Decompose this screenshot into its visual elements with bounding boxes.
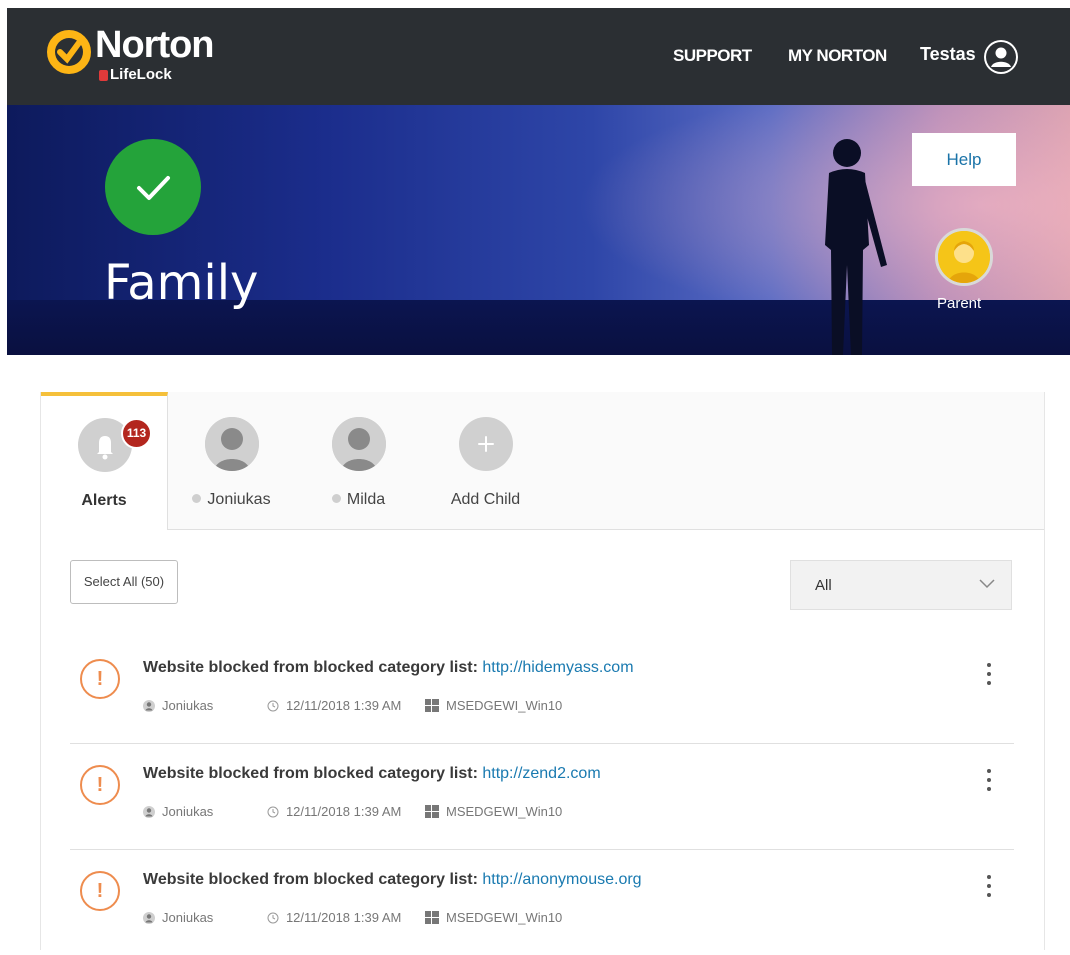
clock-icon — [267, 700, 279, 712]
select-all-button[interactable]: Select All (50) — [70, 560, 178, 604]
tab-add-child[interactable]: Add Child — [422, 392, 549, 529]
page-title: Family — [104, 255, 259, 311]
alert-row[interactable]: ! Website blocked from blocked category … — [70, 637, 1014, 744]
family-panel: 113 Alerts Joniukas Milda Add Child Sele… — [40, 392, 1045, 950]
lifelock-lock-icon — [99, 69, 108, 81]
alerts-count-badge: 113 — [121, 418, 152, 449]
alert-title: Website blocked from blocked category li… — [143, 765, 601, 782]
alert-meta: Joniukas 12/11/2018 1:39 AM MSEDGEWI_Win… — [143, 909, 582, 925]
alert-row[interactable]: ! Website blocked from blocked category … — [70, 743, 1014, 850]
chevron-down-icon — [979, 579, 995, 589]
user-avatar-icon[interactable] — [984, 40, 1018, 74]
parent-avatar-icon[interactable] — [935, 228, 993, 286]
clock-icon — [267, 806, 279, 818]
plus-icon — [459, 417, 513, 471]
norton-logo[interactable]: Norton LifeLock — [47, 24, 247, 88]
clock-icon — [267, 912, 279, 924]
parent-label: Parent — [937, 295, 982, 312]
protected-status-icon — [105, 139, 201, 235]
alert-meta: Joniukas 12/11/2018 1:39 AM MSEDGEWI_Win… — [143, 697, 582, 713]
filter-selected-value: All — [815, 577, 832, 594]
parent-child-silhouette-image — [825, 139, 887, 355]
alert-time: 12/11/2018 1:39 AM — [267, 910, 401, 925]
top-nav-bar: Norton LifeLock SUPPORT MY NORTON Testas — [7, 8, 1070, 105]
tab-label: Add Child — [450, 491, 521, 508]
alert-title: Website blocked from blocked category li… — [143, 659, 634, 676]
warning-icon: ! — [80, 765, 120, 805]
brand-subname: LifeLock — [99, 66, 172, 83]
more-options-icon[interactable] — [982, 663, 996, 693]
offline-status-dot — [331, 494, 341, 504]
more-options-icon[interactable] — [982, 875, 996, 905]
child-avatar-icon — [205, 417, 259, 471]
windows-icon — [424, 699, 439, 713]
windows-icon — [424, 911, 439, 925]
tab-label: Alerts — [81, 492, 127, 509]
nav-user-name[interactable]: Testas — [920, 44, 976, 65]
nav-support-link[interactable]: SUPPORT — [673, 46, 752, 66]
more-options-icon[interactable] — [982, 769, 996, 799]
child-avatar-icon — [332, 417, 386, 471]
alert-time: 12/11/2018 1:39 AM — [267, 804, 401, 819]
alert-child: Joniukas — [143, 910, 213, 925]
alert-meta: Joniukas 12/11/2018 1:39 AM MSEDGEWI_Win… — [143, 803, 582, 819]
nav-my-norton-link[interactable]: MY NORTON — [788, 46, 887, 66]
norton-check-icon — [47, 30, 91, 74]
alert-device: MSEDGEWI_Win10 — [424, 910, 562, 925]
child-tab-bar: 113 Alerts Joniukas Milda Add Child — [41, 392, 1044, 530]
tab-alerts[interactable]: 113 Alerts — [41, 392, 168, 530]
alert-device: MSEDGEWI_Win10 — [424, 804, 562, 819]
warning-icon: ! — [80, 659, 120, 699]
person-icon — [143, 699, 155, 712]
tab-child-joniukas[interactable]: Joniukas — [168, 392, 295, 529]
alert-child: Joniukas — [143, 698, 213, 713]
help-button[interactable]: Help — [912, 133, 1016, 186]
alert-child: Joniukas — [143, 804, 213, 819]
tab-label: Milda — [295, 491, 422, 509]
alert-title: Website blocked from blocked category li… — [143, 871, 642, 888]
family-hero-banner: Family Help Parent — [7, 105, 1070, 355]
blocked-url-link[interactable]: http://zend2.com — [482, 765, 600, 782]
person-icon — [143, 911, 155, 924]
blocked-url-link[interactable]: http://anonymouse.org — [482, 871, 641, 888]
alert-device: MSEDGEWI_Win10 — [424, 698, 562, 713]
alert-filter-dropdown[interactable]: All — [790, 560, 1012, 610]
offline-status-dot — [192, 494, 202, 504]
warning-icon: ! — [80, 871, 120, 911]
tab-child-milda[interactable]: Milda — [295, 392, 422, 529]
tab-label: Joniukas — [168, 491, 295, 509]
alert-row[interactable]: ! Website blocked from blocked category … — [70, 849, 1014, 955]
alert-time: 12/11/2018 1:39 AM — [267, 698, 401, 713]
windows-icon — [424, 805, 439, 819]
blocked-url-link[interactable]: http://hidemyass.com — [482, 659, 633, 676]
person-icon — [143, 805, 155, 818]
brand-subname-text: LifeLock — [110, 66, 172, 83]
brand-name: Norton — [95, 24, 215, 66]
